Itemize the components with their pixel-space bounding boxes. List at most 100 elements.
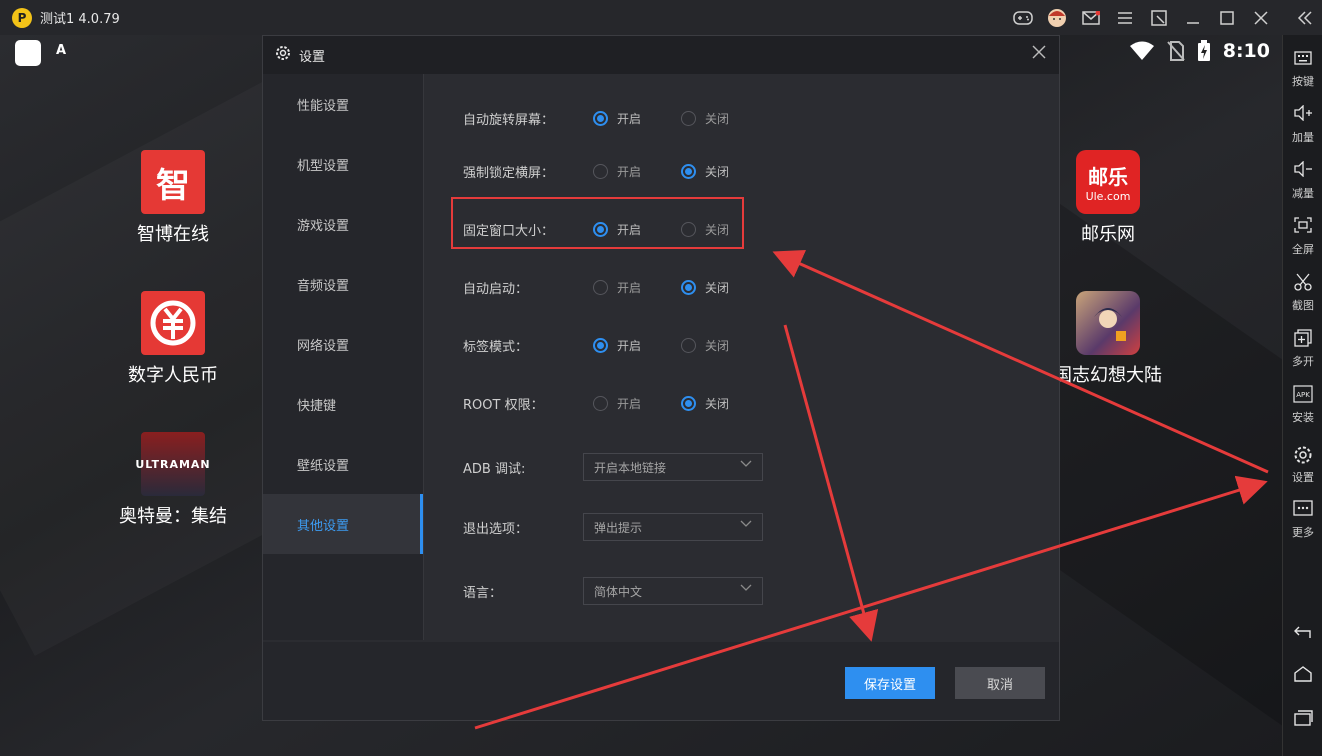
- nav-network[interactable]: 网络设置: [263, 314, 423, 374]
- ultraman-app-icon: ULTRAMAN: [135, 432, 210, 496]
- sidebar-keymap-button[interactable]: 按键: [1283, 49, 1322, 89]
- maximize-icon[interactable]: [1210, 0, 1244, 35]
- notification-square-icon: [15, 40, 41, 66]
- gear-icon: [1283, 445, 1322, 467]
- radio-button[interactable]: [593, 337, 608, 353]
- radio-button[interactable]: [593, 110, 608, 126]
- back-button[interactable]: [1283, 623, 1322, 645]
- nav-other[interactable]: 其他设置: [263, 494, 423, 554]
- app-guozhi[interactable]: 国志幻想大陆: [1048, 291, 1168, 387]
- app-zhibo[interactable]: 智 智博在线: [113, 150, 233, 246]
- setting-exit-option: 退出选项： 弹出提示: [463, 512, 763, 542]
- radio-button[interactable]: [681, 395, 696, 411]
- a-status-icon: A: [56, 43, 67, 58]
- home-button[interactable]: [1283, 666, 1322, 688]
- save-settings-button[interactable]: 保存设置: [845, 667, 935, 699]
- battery-charging-icon: [1197, 40, 1210, 61]
- chevron-down-icon: [740, 458, 752, 471]
- fullscreen-icon: [1283, 217, 1322, 239]
- radio-option-off[interactable]: 关闭: [681, 110, 769, 127]
- radio-option-on[interactable]: 开启: [593, 163, 681, 180]
- setting-auto-rotate: 自动旋转屏幕： 开启 关闭: [463, 106, 769, 130]
- zhibo-app-icon: 智: [141, 150, 205, 214]
- app-label: 奥特曼：集结: [119, 506, 227, 527]
- sidebar-fullscreen-button[interactable]: 全屏: [1283, 217, 1322, 257]
- radio-option-off[interactable]: 关闭: [681, 163, 769, 180]
- app-label: 邮乐网: [1081, 224, 1135, 245]
- language-select[interactable]: 简体中文: [583, 577, 763, 605]
- sidebar-multi-open-button[interactable]: 多开: [1283, 329, 1322, 369]
- radio-button[interactable]: [593, 163, 608, 179]
- sidebar-volume-up-button[interactable]: 加量: [1283, 104, 1322, 145]
- app-ule[interactable]: 邮乐 Ule.com 邮乐网: [1048, 150, 1168, 246]
- sidebar-settings-button[interactable]: 设置: [1283, 445, 1322, 485]
- app-ultraman[interactable]: ULTRAMAN 奥特曼：集结: [113, 432, 233, 528]
- avatar-icon[interactable]: [1040, 0, 1074, 35]
- app-label: 数字人民币: [128, 365, 218, 386]
- dialog-title: 设置: [299, 49, 326, 65]
- nav-divider: [423, 74, 424, 640]
- multi-open-icon: [1283, 329, 1322, 351]
- setting-tab-mode: 标签模式： 开启 关闭: [463, 333, 769, 357]
- title-bar: P 测试1 4.0.79: [0, 0, 1322, 35]
- radio-option-on[interactable]: 开启: [593, 279, 681, 296]
- sidebar-volume-down-button[interactable]: 减量: [1283, 160, 1322, 201]
- gamepad-icon[interactable]: [1006, 0, 1040, 35]
- radio-option-off[interactable]: 关闭: [681, 279, 769, 296]
- app-title: 测试1 4.0.79: [40, 12, 120, 27]
- settings-nav: 性能设置 机型设置 游戏设置 音频设置 网络设置 快捷键 壁纸设置 其他设置: [263, 74, 423, 640]
- titlebar-controls: [1006, 0, 1322, 35]
- radio-option-on[interactable]: 开启: [593, 395, 681, 412]
- recents-icon: [1283, 710, 1322, 732]
- sidebar-more-button[interactable]: 更多: [1283, 500, 1322, 540]
- minimize-icon[interactable]: [1176, 0, 1210, 35]
- setting-language: 语言： 简体中文: [463, 576, 763, 606]
- radio-button[interactable]: [593, 395, 608, 411]
- adb-select[interactable]: 开启本地链接: [583, 453, 763, 481]
- no-sim-icon: [1166, 41, 1185, 61]
- nav-shortcuts[interactable]: 快捷键: [263, 374, 423, 434]
- dialog-close-button[interactable]: [1029, 44, 1049, 64]
- home-icon: [1283, 666, 1322, 688]
- ule-app-icon: 邮乐 Ule.com: [1076, 150, 1140, 214]
- radio-button[interactable]: [593, 279, 608, 295]
- app-logo-icon: P: [12, 7, 32, 28]
- setting-auto-start: 自动启动： 开启 关闭: [463, 275, 769, 299]
- nav-audio[interactable]: 音频设置: [263, 254, 423, 314]
- radio-button[interactable]: [681, 279, 696, 295]
- radio-button[interactable]: [681, 110, 696, 126]
- radio-option-on[interactable]: 开启: [593, 110, 681, 127]
- volume-down-icon: [1283, 160, 1322, 183]
- nav-wallpaper[interactable]: 壁纸设置: [263, 434, 423, 494]
- radio-option-on[interactable]: 开启: [593, 337, 681, 354]
- back-icon: [1283, 623, 1322, 645]
- sidebar-install-apk-button[interactable]: APK 安装: [1283, 385, 1322, 425]
- radio-option-off[interactable]: 关闭: [681, 337, 769, 354]
- setting-root: ROOT 权限： 开启 关闭: [463, 391, 769, 415]
- menu-icon[interactable]: [1108, 0, 1142, 35]
- nav-performance[interactable]: 性能设置: [263, 74, 423, 134]
- keyboard-icon: [1283, 49, 1322, 71]
- mail-icon[interactable]: [1074, 0, 1108, 35]
- chevron-down-icon: [740, 518, 752, 531]
- sidebar-screenshot-button[interactable]: 截图: [1283, 273, 1322, 313]
- recents-button[interactable]: [1283, 710, 1322, 732]
- annotation-highlight-box: [451, 197, 744, 249]
- gear-icon: [275, 45, 291, 65]
- collapse-icon[interactable]: [1288, 0, 1322, 35]
- emulator-toolbar: 按键 加量 减量 全屏 截图 多开 APK 安装 设置 更多: [1282, 35, 1322, 756]
- popout-icon[interactable]: [1142, 0, 1176, 35]
- dialog-footer: 保存设置 取消: [263, 642, 1059, 720]
- exit-option-select[interactable]: 弹出提示: [583, 513, 763, 541]
- close-icon[interactable]: [1244, 0, 1278, 35]
- radio-button[interactable]: [681, 337, 696, 353]
- more-icon: [1283, 500, 1322, 522]
- setting-adb: ADB 调试: 开启本地链接: [463, 452, 763, 482]
- radio-button[interactable]: [681, 163, 696, 179]
- nav-game[interactable]: 游戏设置: [263, 194, 423, 254]
- cancel-button[interactable]: 取消: [955, 667, 1045, 699]
- nav-device-model[interactable]: 机型设置: [263, 134, 423, 194]
- app-digital-rmb[interactable]: 数字人民币: [113, 291, 233, 387]
- volume-up-icon: [1283, 104, 1322, 127]
- radio-option-off[interactable]: 关闭: [681, 395, 769, 412]
